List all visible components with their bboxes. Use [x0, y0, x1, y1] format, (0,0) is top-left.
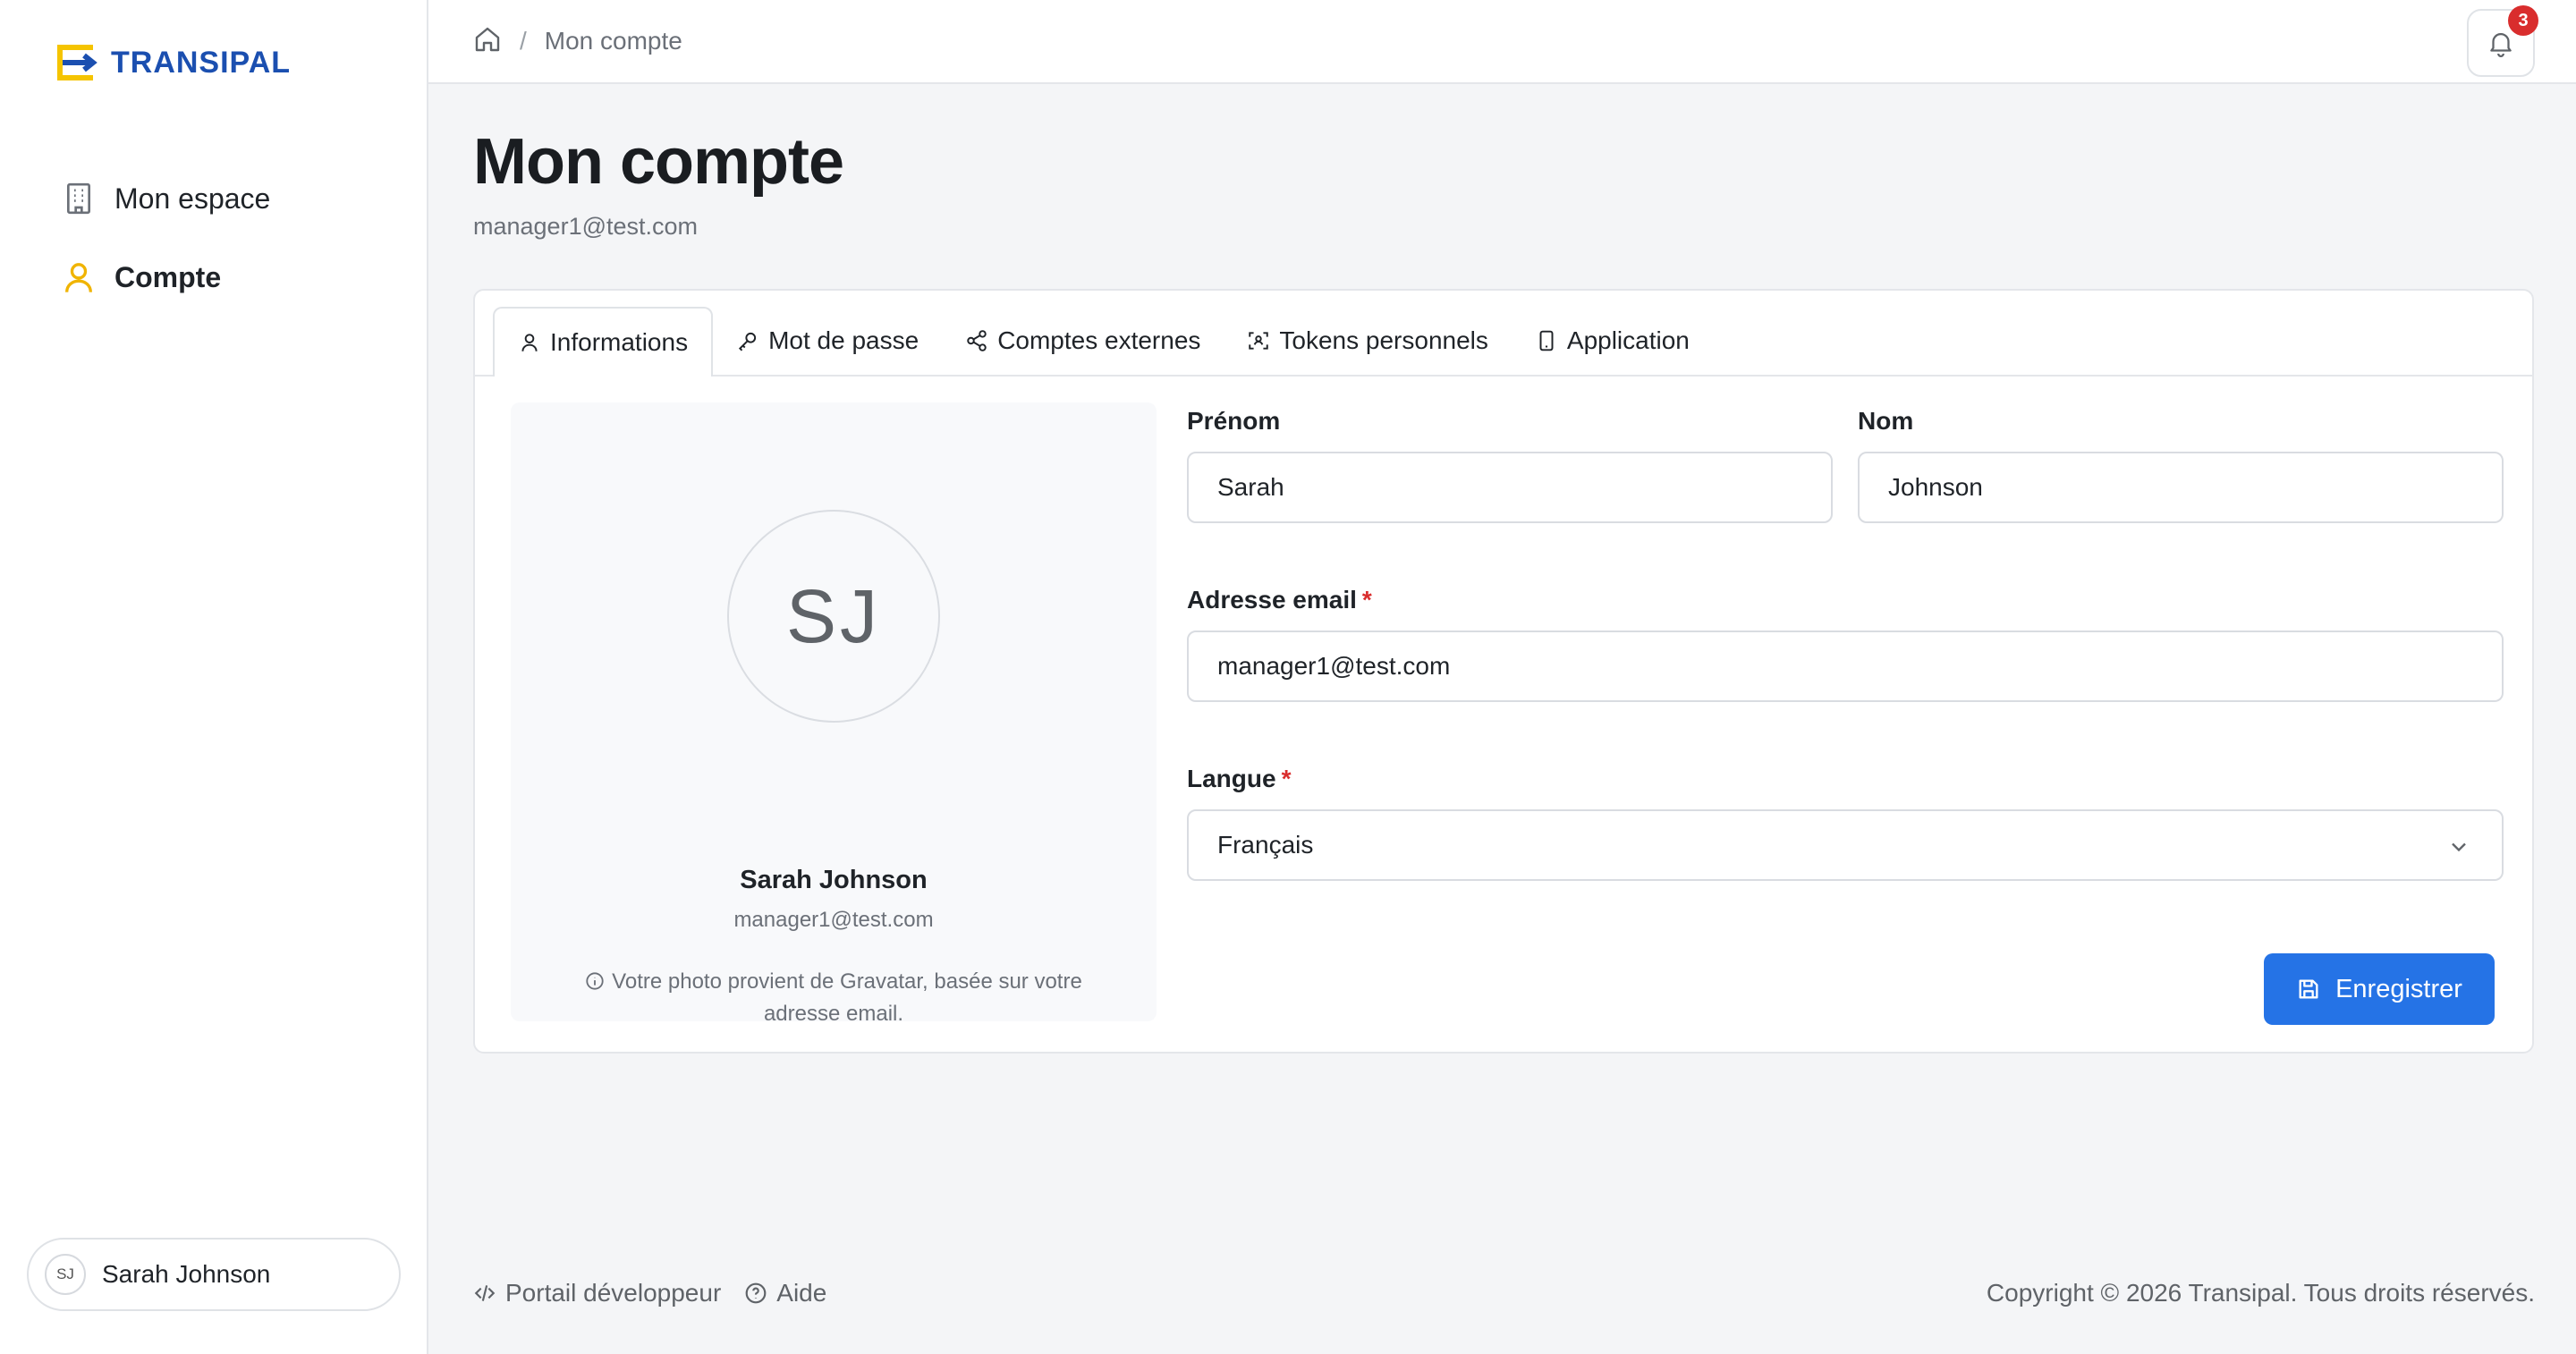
user-name: Sarah Johnson: [102, 1260, 271, 1288]
sidebar-item-label: Mon espace: [114, 182, 271, 215]
account-card: Informations Mot de passe Comptes extern…: [473, 289, 2534, 1054]
phone-icon: [1539, 330, 1554, 351]
share-icon: [967, 330, 987, 351]
breadcrumb-separator: /: [520, 27, 527, 55]
page-subtitle: manager1@test.com: [473, 213, 699, 240]
profile-email: manager1@test.com: [733, 908, 934, 932]
required-mark: *: [1361, 586, 1372, 614]
tab-label: Mot de passe: [768, 326, 919, 354]
breadcrumb-current: Mon compte: [544, 27, 682, 55]
logo[interactable]: TRANSIPAL: [55, 41, 291, 84]
last-name-input[interactable]: [1858, 452, 2504, 523]
email-input[interactable]: [1187, 630, 2504, 702]
email-label-text: Adresse email: [1187, 586, 1357, 614]
building-icon: [67, 182, 90, 215]
tab-informations[interactable]: Informations: [493, 307, 714, 377]
sidebar-nav: Mon espace Compte: [36, 159, 394, 317]
gravatar-note-text: Votre photo provient de Gravatar, basée …: [612, 969, 1082, 1026]
gravatar-note: Votre photo provient de Gravatar, basée …: [564, 966, 1103, 1030]
code-icon: [474, 1285, 496, 1301]
save-button[interactable]: Enregistrer: [2264, 953, 2495, 1025]
sidebar: TRANSIPAL Mon espace Compte SJ Sarah Joh…: [0, 0, 428, 1354]
avatar: SJ: [45, 1254, 86, 1295]
sidebar-item-label: Compte: [114, 260, 222, 293]
chevron-down-icon: [2452, 842, 2466, 852]
key-icon: [739, 332, 757, 351]
main-content: / Mon compte 3 Mon compte manager1@test.…: [428, 0, 2576, 1354]
save-icon: [2299, 979, 2318, 999]
last-name-label: Nom: [1858, 407, 1914, 435]
language-label-text: Langue: [1187, 765, 1276, 792]
profile-name: Sarah Johnson: [740, 866, 928, 894]
sidebar-item-mon-espace[interactable]: Mon espace: [36, 159, 394, 238]
language-selected-value: Français: [1217, 831, 1314, 859]
tab-mot-de-passe[interactable]: Mot de passe: [713, 307, 942, 375]
save-button-label: Enregistrer: [2335, 974, 2462, 1003]
developer-portal-label: Portail développeur: [505, 1279, 722, 1307]
transipal-logo-icon: [57, 45, 97, 80]
tab-label: Comptes externes: [997, 326, 1201, 354]
notification-count-badge: 3: [2508, 5, 2538, 36]
first-name-label: Prénom: [1187, 407, 1281, 435]
tab-tokens-personnels[interactable]: Tokens personnels: [1224, 307, 1511, 375]
tab-label: Informations: [550, 328, 689, 356]
tab-label: Tokens personnels: [1279, 326, 1488, 354]
account-tabs: Informations Mot de passe Comptes extern…: [493, 307, 1713, 377]
help-label: Aide: [776, 1279, 827, 1307]
email-label: Adresse email *: [1187, 586, 1372, 614]
tab-application[interactable]: Application: [1512, 307, 1713, 375]
page-title: Mon compte: [473, 126, 844, 198]
user-icon: [521, 334, 538, 351]
user-icon: [65, 263, 92, 292]
user-menu-button[interactable]: SJ Sarah Johnson: [27, 1238, 401, 1311]
profile-panel: SJ Sarah Johnson manager1@test.com Votre…: [511, 402, 1157, 1026]
sidebar-item-compte[interactable]: Compte: [36, 238, 394, 317]
copyright: Copyright © 2026 Transipal. Tous droits …: [1986, 1279, 2535, 1307]
tab-comptes-externes[interactable]: Comptes externes: [942, 307, 1224, 375]
app-root: TRANSIPAL Mon espace Compte SJ Sarah Joh…: [0, 0, 2576, 1354]
required-mark: *: [1281, 765, 1292, 792]
language-label: Langue *: [1187, 765, 1291, 793]
footer: Portail développeur Aide Copyright © 202…: [473, 1275, 2535, 1311]
help-link[interactable]: Aide: [744, 1279, 826, 1307]
topbar: / Mon compte 3: [428, 0, 2576, 84]
notifications-button[interactable]: 3: [2467, 5, 2538, 77]
brand-name: TRANSIPAL: [111, 45, 292, 80]
profile-avatar: SJ: [727, 510, 940, 723]
scan-icon: [1249, 332, 1269, 350]
tab-label: Application: [1566, 326, 1690, 354]
info-icon: [586, 972, 604, 990]
help-icon: [745, 1282, 767, 1304]
language-select[interactable]: Français: [1187, 809, 2504, 881]
developer-portal-link[interactable]: Portail développeur: [473, 1279, 721, 1307]
bell-icon: [2490, 33, 2512, 57]
first-name-input[interactable]: [1187, 452, 1833, 523]
home-icon: [475, 27, 500, 51]
breadcrumb-home-link[interactable]: [473, 25, 502, 58]
